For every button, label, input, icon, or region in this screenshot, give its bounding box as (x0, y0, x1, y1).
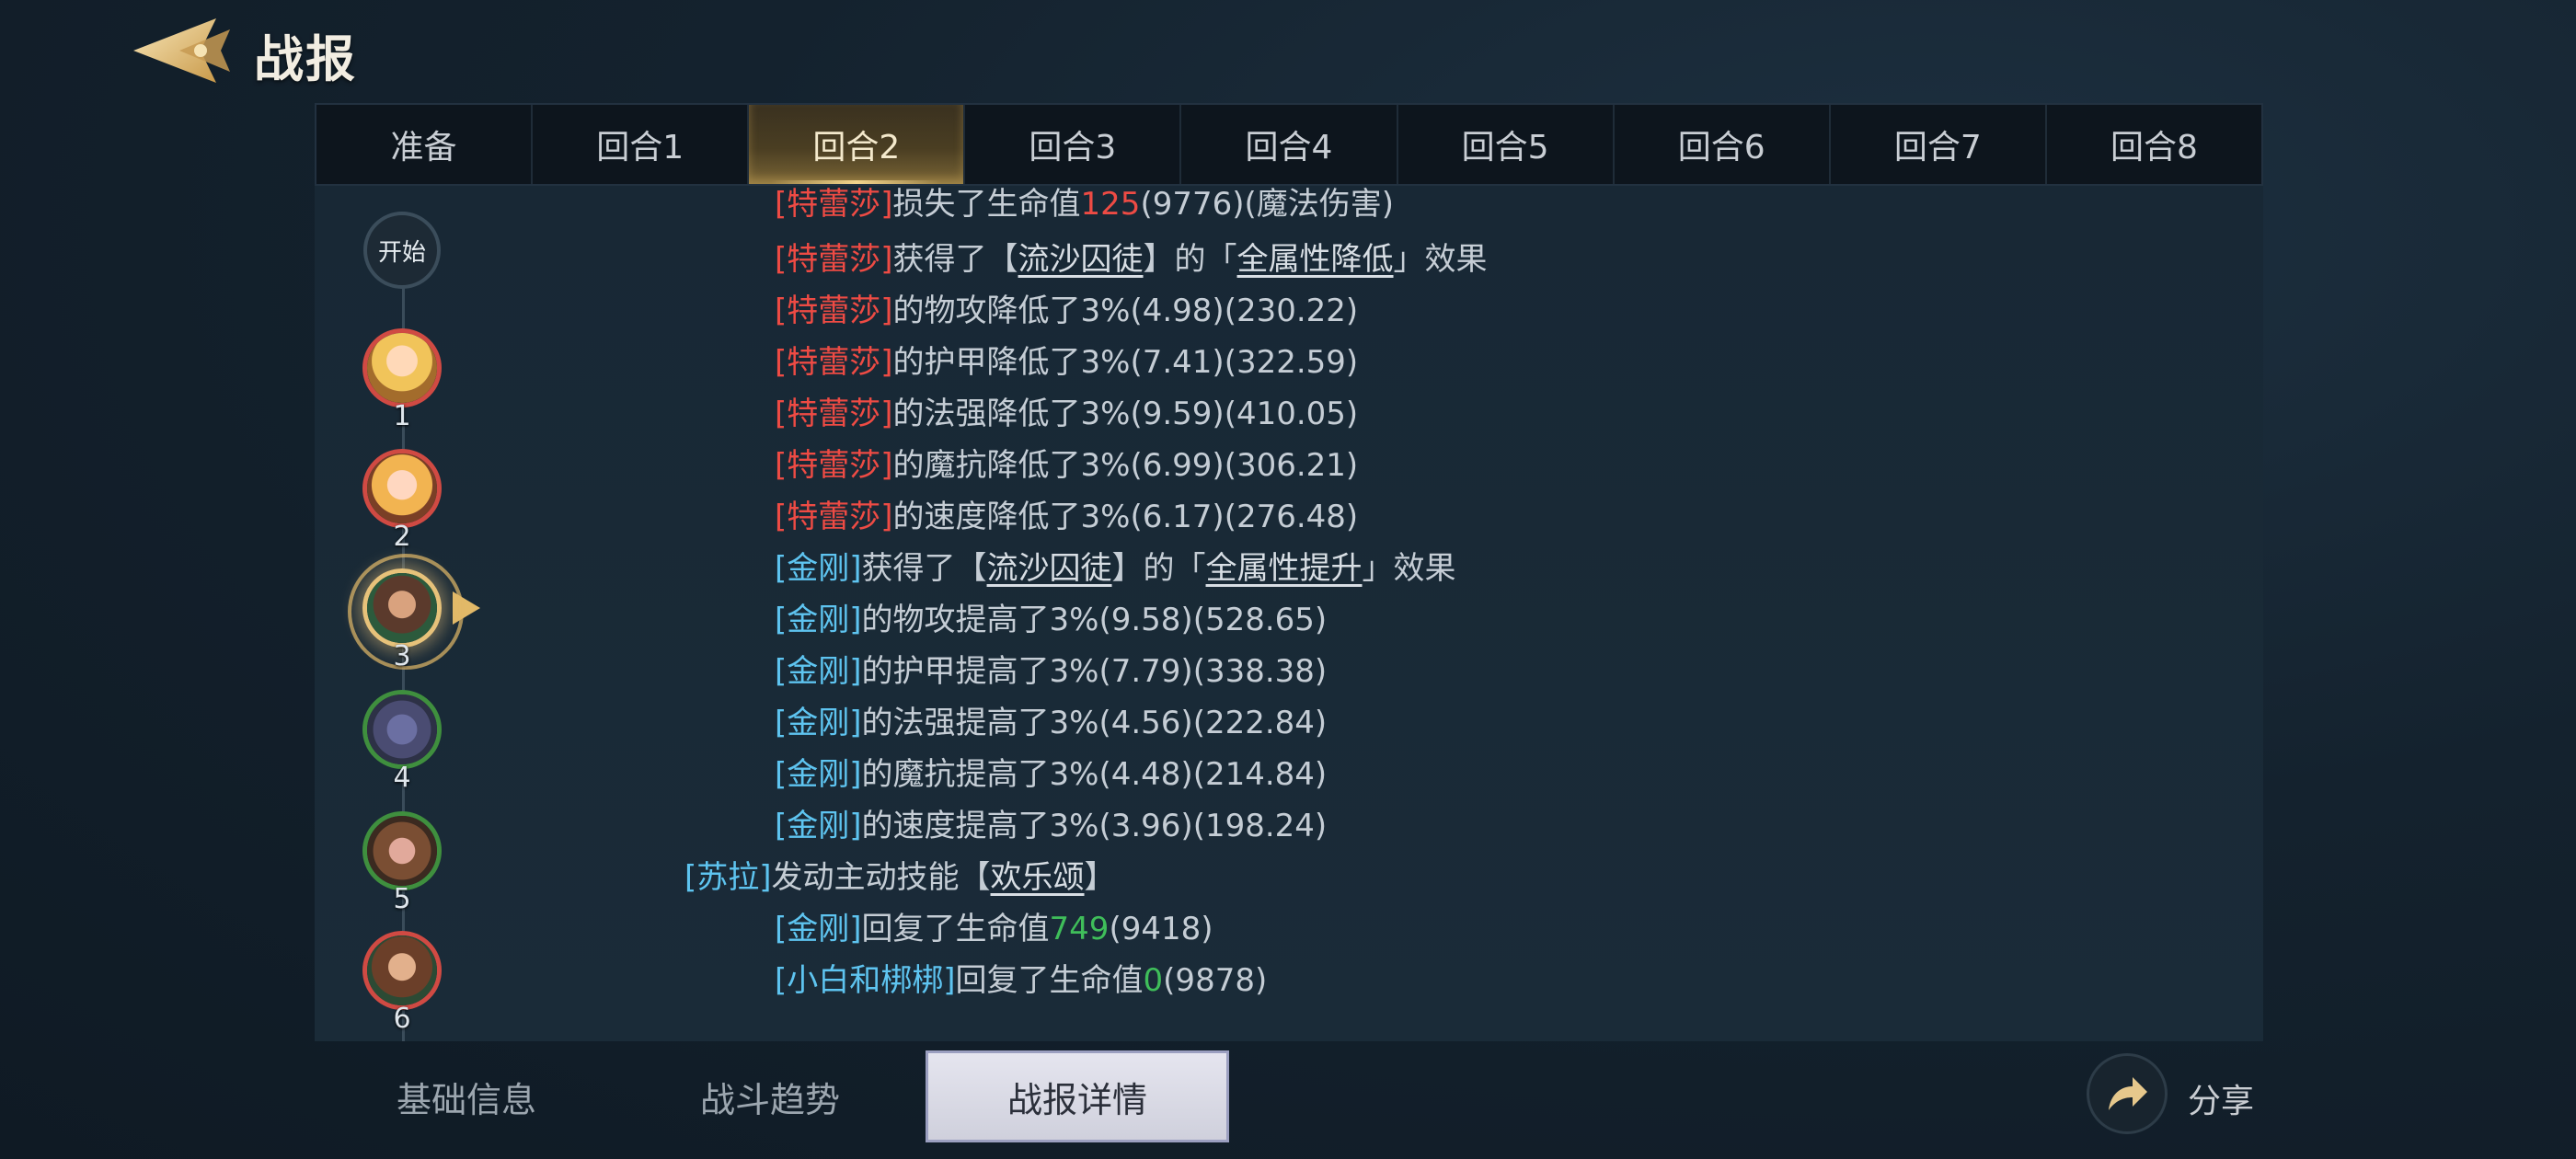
share-label[interactable]: 分享 (2188, 1074, 2254, 1122)
share-arrow-icon (2109, 1077, 2147, 1110)
log-line: [特蕾莎]的物攻降低了3%(4.98)(230.22) (775, 293, 1359, 329)
tab-round-6[interactable]: 回合6 (1615, 105, 1831, 184)
log-line: [金刚]的法强提高了3%(4.56)(222.84) (775, 705, 1328, 741)
round-tabs: 准备 回合1 回合2 回合3 回合4 回合5 回合6 回合7 回合8 (315, 103, 2263, 186)
bottom-tabs: 基础信息 战斗趋势 战报详情 (315, 1041, 2263, 1159)
tab-round-1[interactable]: 回合1 (533, 105, 750, 184)
tab-round-5[interactable]: 回合5 (1398, 105, 1615, 184)
log-line: [小白和梆梆]回复了生命值0(9878) (775, 962, 1268, 999)
battle-log: [特蕾莎]损失了生命值125(9776)(魔法伤害) [特蕾莎]获得了【流沙囚徒… (315, 186, 2263, 1041)
share-button[interactable] (2087, 1053, 2168, 1134)
tab-prepare[interactable]: 准备 (316, 105, 534, 184)
tab-battle-details[interactable]: 战报详情 (926, 1050, 1229, 1142)
effect-link[interactable]: 全属性降低 (1237, 241, 1394, 278)
log-line: [特蕾莎]的魔抗降低了3%(6.99)(306.21) (775, 447, 1359, 484)
tab-round-7[interactable]: 回合7 (1831, 105, 2047, 184)
log-line: [金刚]获得了【流沙囚徒】的「全属性提升」效果 (775, 550, 1456, 587)
skill-link[interactable]: 流沙囚徒 (1018, 241, 1144, 278)
tab-round-2[interactable]: 回合2 (749, 105, 966, 184)
battle-log-panel[interactable]: 开始 1 2 3 4 5 6 [特蕾莎]损失了生命值125(9776)(魔法伤害… (315, 186, 2263, 1041)
tab-basic-info[interactable]: 基础信息 (315, 1050, 618, 1142)
log-line: [特蕾莎]获得了【流沙囚徒】的「全属性降低」效果 (775, 241, 1488, 278)
log-line: [特蕾莎]的法强降低了3%(9.59)(410.05) (775, 396, 1359, 432)
log-line: [特蕾莎]损失了生命值125(9776)(魔法伤害) (775, 186, 1395, 223)
log-line: [金刚]的魔抗提高了3%(4.48)(214.84) (775, 756, 1328, 793)
top-bar: 战报 (0, 0, 2576, 101)
page-title: 战报 (254, 30, 357, 88)
log-line: [金刚]的护甲提高了3%(7.79)(338.38) (775, 653, 1328, 690)
back-button[interactable] (129, 13, 239, 88)
tab-round-3[interactable]: 回合3 (965, 105, 1182, 184)
tab-round-8[interactable]: 回合8 (2047, 105, 2261, 184)
skill-link[interactable]: 欢乐颂 (991, 859, 1085, 896)
back-arrow-icon (133, 18, 230, 83)
log-line: [金刚]的速度提高了3%(3.96)(198.24) (775, 808, 1328, 844)
log-line: [金刚]回复了生命值749(9418) (775, 911, 1213, 947)
log-line: [苏拉]发动主动技能【欢乐颂】 (684, 859, 1116, 896)
tab-round-4[interactable]: 回合4 (1181, 105, 1398, 184)
effect-link[interactable]: 全属性提升 (1206, 550, 1363, 587)
log-line: [金刚]的物攻提高了3%(9.58)(528.65) (775, 602, 1328, 638)
log-line: [特蕾莎]的速度降低了3%(6.17)(276.48) (775, 499, 1359, 535)
tab-battle-trend[interactable]: 战斗趋势 (618, 1050, 922, 1142)
log-line: [特蕾莎]的护甲降低了3%(7.41)(322.59) (775, 344, 1359, 381)
skill-link[interactable]: 流沙囚徒 (987, 550, 1112, 587)
